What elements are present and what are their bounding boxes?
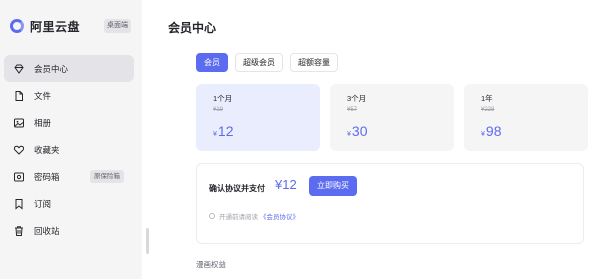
- sidebar-item-files[interactable]: 文件: [4, 82, 134, 109]
- sidebar-item-vip-center[interactable]: 会员中心: [4, 55, 134, 82]
- payment-box: 确认协议并支付 ¥12 立即购买 开通前请阅读 《会员协议》: [196, 163, 584, 244]
- app-logo-icon: [10, 19, 24, 33]
- diamond-icon: [12, 62, 26, 76]
- sidebar: 阿里云盘 桌面端 会员中心 文件 相册 收藏夹 密码箱 原保险箱 订阅 回收站: [0, 0, 142, 279]
- plan-card-1-month[interactable]: 1个月 ¥19 ¥ 12: [196, 84, 320, 151]
- payment-label: 确认协议并支付: [209, 184, 265, 193]
- safe-icon: [12, 170, 26, 184]
- benefits-heading: 漫画权益: [196, 260, 226, 269]
- sidebar-item-label: 回收站: [34, 225, 60, 236]
- plan-original-price: ¥228: [481, 107, 495, 113]
- main-content: 会员中心 会员 超级会员 超额容量 1个月 ¥19 ¥ 12 3个月 ¥57 ¥…: [150, 0, 600, 279]
- sidebar-item-recycle-bin[interactable]: 回收站: [4, 217, 134, 244]
- plan-cards: 1个月 ¥19 ¥ 12 3个月 ¥57 ¥ 30 1年 ¥228 ¥ 98: [196, 84, 598, 151]
- sidebar-item-favorites[interactable]: 收藏夹: [4, 136, 134, 163]
- plan-period: 3个月: [347, 94, 367, 103]
- tab-vip[interactable]: 会员: [196, 53, 228, 72]
- file-icon: [12, 89, 26, 103]
- plan-price-value: 98: [485, 123, 502, 139]
- plan-card-3-months[interactable]: 3个月 ¥57 ¥ 30: [330, 84, 454, 151]
- plan-currency: ¥: [213, 131, 217, 138]
- sidebar-scrollbar[interactable]: [146, 228, 149, 254]
- trash-icon: [12, 224, 26, 238]
- sidebar-item-label: 密码箱: [34, 171, 60, 182]
- sidebar-item-password-box[interactable]: 密码箱 原保险箱: [4, 163, 134, 190]
- payment-price: ¥12: [275, 177, 297, 192]
- membership-tabs: 会员 超级会员 超额容量: [196, 53, 345, 72]
- plan-original-price: ¥57: [347, 107, 358, 113]
- sidebar-item-subscriptions[interactable]: 订阅: [4, 190, 134, 217]
- desktop-badge: 桌面端: [104, 19, 131, 33]
- tab-extra-capacity[interactable]: 超额容量: [290, 53, 338, 72]
- buy-now-button[interactable]: 立即购买: [309, 176, 357, 196]
- sidebar-item-label: 会员中心: [34, 63, 69, 74]
- plan-period: 1个月: [213, 94, 233, 103]
- plan-currency: ¥: [481, 131, 485, 138]
- agreement-row: 开通前请阅读 《会员协议》: [209, 211, 299, 221]
- plan-card-1-year[interactable]: 1年 ¥228 ¥ 98: [464, 84, 588, 151]
- agreement-link[interactable]: 《会员协议》: [260, 211, 299, 221]
- former-safe-tag: 原保险箱: [90, 170, 124, 183]
- sidebar-item-photos[interactable]: 相册: [4, 109, 134, 136]
- plan-period: 1年: [481, 94, 493, 103]
- sidebar-item-label: 订阅: [34, 198, 52, 209]
- tab-super-vip[interactable]: 超级会员: [235, 53, 283, 72]
- plan-price: ¥ 98: [481, 123, 501, 139]
- plan-currency: ¥: [347, 131, 351, 138]
- agreement-text: 开通前请阅读: [219, 214, 258, 221]
- sidebar-item-label: 收藏夹: [34, 144, 60, 155]
- bookmark-icon: [12, 197, 26, 211]
- page-title: 会员中心: [168, 21, 217, 35]
- sidebar-item-label: 文件: [34, 90, 52, 101]
- heart-icon: [12, 143, 26, 157]
- app-name: 阿里云盘: [30, 19, 81, 34]
- sidebar-nav: 会员中心 文件 相册 收藏夹 密码箱 原保险箱 订阅 回收站: [0, 55, 142, 244]
- agreement-checkbox[interactable]: [209, 213, 215, 219]
- app-brand: 阿里云盘: [10, 16, 80, 36]
- plan-price-value: 30: [351, 123, 368, 139]
- plan-original-price: ¥19: [213, 107, 224, 113]
- plan-price: ¥ 12: [213, 123, 233, 139]
- photo-icon: [12, 116, 26, 130]
- sidebar-item-label: 相册: [34, 117, 52, 128]
- plan-price-value: 12: [217, 123, 234, 139]
- plan-price: ¥ 30: [347, 123, 367, 139]
